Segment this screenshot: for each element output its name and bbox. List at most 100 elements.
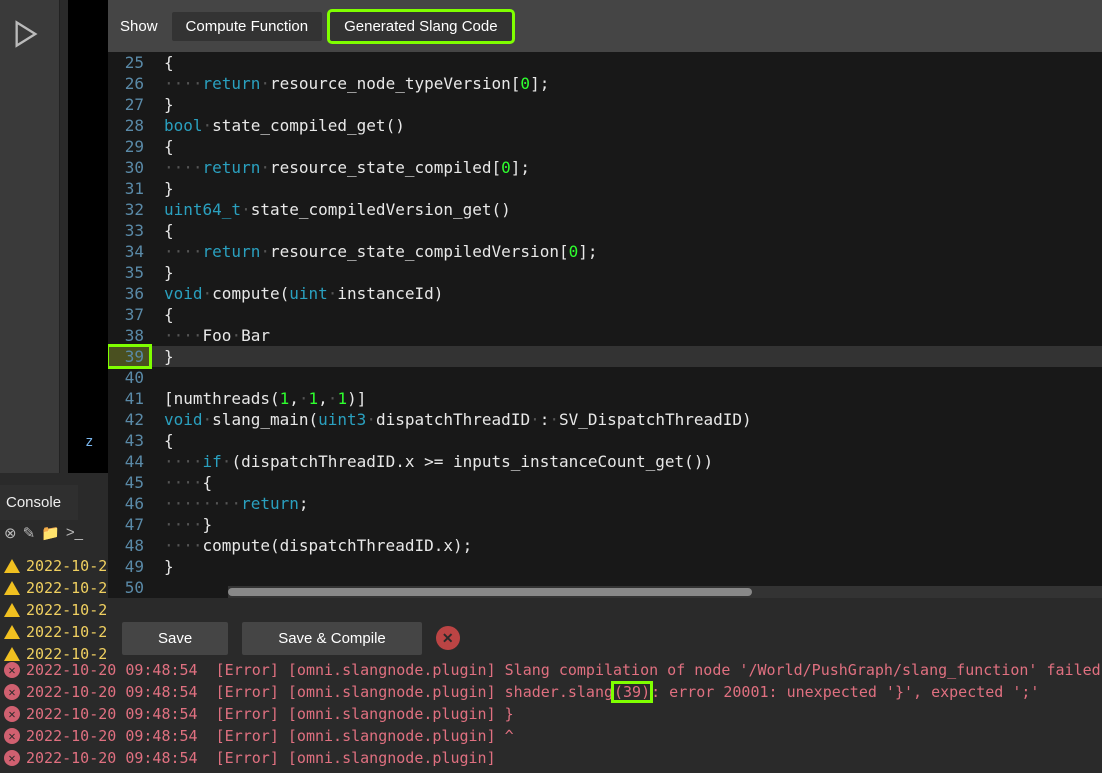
line-content: ····return·resource_state_compiledVersio… <box>150 241 598 262</box>
code-line[interactable]: 33{ <box>108 220 1102 241</box>
console-toolbar: ⊗ ✎ 📁 >_ <box>0 520 108 545</box>
line-number: 34 <box>108 241 150 262</box>
play-icon[interactable] <box>12 20 40 48</box>
line-number: 41 <box>108 388 150 409</box>
line-content: { <box>150 430 174 451</box>
save-compile-button[interactable]: Save & Compile <box>242 622 422 655</box>
line-number: 45 <box>108 472 150 493</box>
line-number: 33 <box>108 220 150 241</box>
line-content: uint64_t·state_compiledVersion_get() <box>150 199 511 220</box>
editor-buttons: Save Save & Compile ✕ <box>118 618 1102 658</box>
line-content: ····Foo·Bar <box>150 325 270 346</box>
terminal-icon[interactable]: >_ <box>66 524 83 541</box>
code-line[interactable]: 34····return·resource_state_compiledVers… <box>108 241 1102 262</box>
line-number: 44 <box>108 451 150 472</box>
line-number: 48 <box>108 535 150 556</box>
show-label: Show <box>120 18 158 35</box>
code-line[interactable]: 39} <box>108 346 1102 367</box>
warning-icon <box>4 603 20 617</box>
code-line[interactable]: 46········return; <box>108 493 1102 514</box>
line-content <box>150 367 164 388</box>
line-number: 28 <box>108 115 150 136</box>
line-content: ····return·resource_node_typeVersion[0]; <box>150 73 549 94</box>
code-line[interactable]: 32uint64_t·state_compiledVersion_get() <box>108 199 1102 220</box>
code-line[interactable]: 30····return·resource_state_compiled[0]; <box>108 157 1102 178</box>
log-warning[interactable]: 2022-10-2 <box>0 555 218 577</box>
warning-icon <box>4 625 20 639</box>
line-content: } <box>150 262 174 283</box>
line-number: 27 <box>108 94 150 115</box>
line-content: { <box>150 220 174 241</box>
code-line[interactable]: 44····if·(dispatchThreadID.x >= inputs_i… <box>108 451 1102 472</box>
log-error[interactable]: ✕2022-10-20 09:48:54 [Error] [omni.slang… <box>0 725 1102 747</box>
line-content: ····} <box>150 514 212 535</box>
line-number: 38 <box>108 325 150 346</box>
log-error[interactable]: ✕2022-10-20 09:48:54 [Error] [omni.slang… <box>0 703 1102 725</box>
line-content: } <box>150 346 174 367</box>
code-line[interactable]: 47····} <box>108 514 1102 535</box>
editor-header: Show Compute Function Generated Slang Co… <box>108 0 1102 52</box>
line-number: 39 <box>108 346 150 367</box>
line-content: bool·state_compiled_get() <box>150 115 405 136</box>
warning-icon <box>4 581 20 595</box>
log-error[interactable]: ✕2022-10-20 09:48:54 [Error] [omni.slang… <box>0 681 1102 703</box>
code-line[interactable]: 28bool·state_compiled_get() <box>108 115 1102 136</box>
line-number: 46 <box>108 493 150 514</box>
code-line[interactable]: 26····return·resource_node_typeVersion[0… <box>108 73 1102 94</box>
line-content: ········return; <box>150 493 309 514</box>
left-toolbar <box>0 0 60 473</box>
code-line[interactable]: 36void·compute(uint·instanceId) <box>108 283 1102 304</box>
line-content: ····return·resource_state_compiled[0]; <box>150 157 530 178</box>
code-line[interactable]: 41[numthreads(1,·1,·1)] <box>108 388 1102 409</box>
tab-generated-slang-code[interactable]: Generated Slang Code <box>330 12 511 41</box>
horizontal-scrollbar[interactable] <box>228 586 1102 598</box>
line-number: 29 <box>108 136 150 157</box>
line-content: void·slang_main(uint3·dispatchThreadID·:… <box>150 409 752 430</box>
code-line[interactable]: 35} <box>108 262 1102 283</box>
log-error[interactable]: ✕2022-10-20 09:48:54 [Error] [omni.slang… <box>0 747 1102 769</box>
close-icon[interactable]: ✕ <box>436 626 460 650</box>
code-line[interactable]: 29{ <box>108 136 1102 157</box>
code-line[interactable]: 48····compute(dispatchThreadID.x); <box>108 535 1102 556</box>
line-content: { <box>150 304 174 325</box>
line-number: 42 <box>108 409 150 430</box>
edit-icon[interactable]: ✎ <box>23 524 36 542</box>
line-number: 25 <box>108 52 150 73</box>
line-content: } <box>150 94 174 115</box>
console-errors: ✕2022-10-20 09:48:54 [Error] [omni.slang… <box>0 659 1102 769</box>
log-error[interactable]: ✕2022-10-20 09:48:54 [Error] [omni.slang… <box>0 659 1102 681</box>
console-warnings: 2022-10-22022-10-22022-10-22022-10-22022… <box>0 555 218 665</box>
line-number: 26 <box>108 73 150 94</box>
error-icon: ✕ <box>4 706 20 722</box>
line-content: } <box>150 178 174 199</box>
warning-icon <box>4 559 20 573</box>
line-content: { <box>150 52 174 73</box>
code-line[interactable]: 49} <box>108 556 1102 577</box>
line-number: 35 <box>108 262 150 283</box>
line-number: 31 <box>108 178 150 199</box>
log-warning[interactable]: 2022-10-2 <box>0 577 218 599</box>
log-warning[interactable]: 2022-10-2 <box>0 599 218 621</box>
console-panel-title: Console <box>0 485 78 520</box>
error-icon: ✕ <box>4 684 20 700</box>
line-content: [numthreads(1,·1,·1)] <box>150 388 366 409</box>
line-content: void·compute(uint·instanceId) <box>150 283 443 304</box>
line-number: 37 <box>108 304 150 325</box>
clear-icon[interactable]: ⊗ <box>4 524 17 542</box>
code-line[interactable]: 45····{ <box>108 472 1102 493</box>
code-line[interactable]: 42void·slang_main(uint3·dispatchThreadID… <box>108 409 1102 430</box>
line-content: ····if·(dispatchThreadID.x >= inputs_ins… <box>150 451 713 472</box>
line-number: 32 <box>108 199 150 220</box>
code-line[interactable]: 31} <box>108 178 1102 199</box>
code-editor[interactable]: 25{26····return·resource_node_typeVersio… <box>108 52 1102 598</box>
code-line[interactable]: 38····Foo·Bar <box>108 325 1102 346</box>
code-line[interactable]: 37{ <box>108 304 1102 325</box>
folder-icon[interactable]: 📁 <box>41 524 60 542</box>
line-number: 47 <box>108 514 150 535</box>
code-line[interactable]: 27} <box>108 94 1102 115</box>
log-warning[interactable]: 2022-10-2 <box>0 621 218 643</box>
code-line[interactable]: 43{ <box>108 430 1102 451</box>
code-line[interactable]: 40 <box>108 367 1102 388</box>
code-line[interactable]: 25{ <box>108 52 1102 73</box>
tab-compute-function[interactable]: Compute Function <box>172 12 323 41</box>
